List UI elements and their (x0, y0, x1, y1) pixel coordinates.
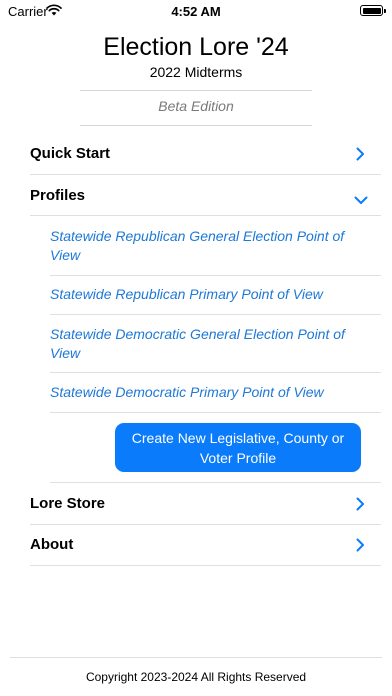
chevron-right-icon (356, 497, 365, 516)
divider (50, 275, 381, 276)
chevron-right-icon (356, 538, 365, 557)
app-title: Election Lore '24 (103, 33, 289, 61)
app-subtitle: 2022 Midterms (149, 64, 243, 80)
divider (80, 125, 312, 126)
menu-item-label: Profiles (30, 187, 86, 204)
divider (30, 174, 381, 175)
create-profile-button[interactable]: Create New Legislative, County or Voter … (115, 423, 361, 472)
divider (50, 372, 381, 373)
battery-icon (360, 5, 386, 16)
menu-item-about[interactable]: About (30, 525, 381, 565)
menu-item-profiles[interactable]: Profiles (30, 176, 381, 216)
divider (10, 657, 382, 658)
clock: 4:52 AM (171, 4, 221, 19)
divider (50, 412, 381, 413)
chevron-right-icon (356, 147, 365, 166)
copyright-text: Copyright 2023-2024 All Rights Reserved (85, 670, 307, 684)
profile-link[interactable]: Statewide Republican General Election Po… (50, 227, 360, 265)
profile-link[interactable]: Statewide Democratic General Election Po… (50, 325, 360, 363)
menu-item-quick-start[interactable]: Quick Start (30, 134, 381, 174)
profile-link[interactable]: Statewide Democratic Primary Point of Vi… (50, 383, 360, 402)
divider (50, 314, 381, 315)
menu-item-label: About (30, 536, 74, 553)
menu-item-label: Quick Start (30, 145, 111, 162)
menu-item-label: Lore Store (30, 495, 106, 512)
chevron-down-icon (354, 192, 368, 210)
edition-label: Beta Edition (158, 98, 234, 114)
divider (30, 565, 381, 566)
status-bar: Carrier 4:52 AM (0, 0, 392, 22)
profile-link[interactable]: Statewide Republican Primary Point of Vi… (50, 285, 360, 304)
divider (50, 482, 381, 483)
divider (80, 90, 312, 91)
menu-item-lore-store[interactable]: Lore Store (30, 484, 381, 524)
divider (30, 215, 381, 216)
